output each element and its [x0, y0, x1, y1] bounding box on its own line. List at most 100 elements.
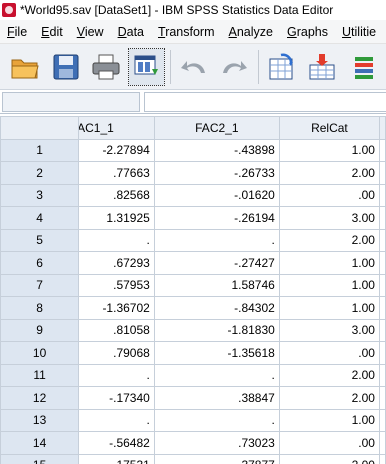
grid-corner[interactable] — [0, 116, 80, 140]
cell-empty[interactable] — [378, 453, 386, 464]
menu-item[interactable]: Edit — [34, 25, 70, 39]
cell-fac2-1[interactable]: -.37877 — [153, 453, 280, 464]
cell-fac2-1[interactable]: -.26194 — [153, 206, 280, 230]
menu-item[interactable]: Data — [111, 25, 151, 39]
cell-fac2-1[interactable]: -1.81830 — [153, 318, 280, 342]
cell-empty[interactable] — [378, 138, 386, 162]
row-header[interactable]: 8 — [0, 296, 80, 320]
cell-relcat[interactable]: 1.00 — [278, 296, 380, 320]
row-header[interactable]: 2 — [0, 161, 80, 185]
row-header[interactable]: 11 — [0, 363, 80, 387]
row-header[interactable]: 6 — [0, 251, 80, 275]
cell-fac2-1[interactable]: 1.58746 — [153, 273, 280, 297]
cell-empty[interactable] — [378, 408, 386, 432]
cell-fac1-1[interactable]: .77663 — [78, 161, 155, 185]
cell-empty[interactable] — [378, 363, 386, 387]
cell-fac1-1[interactable]: -.17340 — [78, 386, 155, 410]
menu-item[interactable]: Graphs — [280, 25, 335, 39]
cell-fac2-1[interactable]: . — [153, 228, 280, 252]
cell-relcat[interactable]: 2.00 — [278, 363, 380, 387]
cell-relcat[interactable]: 1.00 — [278, 138, 380, 162]
cell-empty[interactable] — [378, 341, 386, 365]
redo-icon[interactable] — [217, 49, 251, 85]
open-folder-icon[interactable] — [8, 49, 42, 85]
cell-relcat[interactable]: .00 — [278, 341, 380, 365]
cell-fac2-1[interactable]: -.26733 — [153, 161, 280, 185]
cell-fac1-1[interactable]: .57953 — [78, 273, 155, 297]
row-header[interactable]: 4 — [0, 206, 80, 230]
cell-relcat[interactable]: .00 — [278, 183, 380, 207]
cell-name-box[interactable] — [2, 92, 140, 112]
cell-fac2-1[interactable]: . — [153, 363, 280, 387]
cell-relcat[interactable]: 2.00 — [278, 453, 380, 464]
cell-relcat[interactable]: 3.00 — [278, 206, 380, 230]
cell-relcat[interactable]: 1.00 — [278, 251, 380, 275]
save-icon[interactable] — [48, 49, 82, 85]
cell-fac1-1[interactable]: -1.36702 — [78, 296, 155, 320]
cell-fac1-1[interactable]: 1.31925 — [78, 206, 155, 230]
cell-fac2-1[interactable]: . — [153, 408, 280, 432]
undo-icon[interactable] — [177, 49, 211, 85]
cell-empty[interactable] — [378, 431, 386, 455]
menu-item[interactable]: Transform — [151, 25, 222, 39]
cell-relcat[interactable]: 3.00 — [278, 318, 380, 342]
cell-relcat[interactable]: 1.00 — [278, 408, 380, 432]
cell-fac1-1[interactable]: . — [78, 228, 155, 252]
cell-fac1-1[interactable]: .82568 — [78, 183, 155, 207]
cell-empty[interactable] — [378, 273, 386, 297]
variables-icon[interactable] — [346, 49, 380, 85]
cell-fac2-1[interactable]: -.84302 — [153, 296, 280, 320]
cell-relcat[interactable]: 2.00 — [278, 228, 380, 252]
table-row: 15.17531-.378772.00 — [0, 453, 386, 464]
cell-relcat[interactable]: 2.00 — [278, 386, 380, 410]
cell-fac1-1[interactable]: -2.27894 — [78, 138, 155, 162]
cell-empty[interactable] — [378, 228, 386, 252]
row-header[interactable]: 9 — [0, 318, 80, 342]
column-header-fac2-1[interactable]: FAC2_1 — [153, 116, 280, 140]
cell-fac1-1[interactable]: . — [78, 363, 155, 387]
cell-fac1-1[interactable]: .67293 — [78, 251, 155, 275]
row-header[interactable]: 12 — [0, 386, 80, 410]
cell-fac1-1[interactable]: .17531 — [78, 453, 155, 464]
cell-fac2-1[interactable]: .73023 — [153, 431, 280, 455]
column-header-next[interactable] — [378, 116, 386, 140]
cell-empty[interactable] — [378, 183, 386, 207]
row-header[interactable]: 14 — [0, 431, 80, 455]
row-header[interactable]: 5 — [0, 228, 80, 252]
menu-item[interactable]: Utilitie — [335, 25, 383, 39]
cell-relcat[interactable]: 2.00 — [278, 161, 380, 185]
cell-empty[interactable] — [378, 161, 386, 185]
row-header[interactable]: 10 — [0, 341, 80, 365]
column-header-relcat[interactable]: RelCat — [278, 116, 380, 140]
row-header[interactable]: 7 — [0, 273, 80, 297]
cell-empty[interactable] — [378, 318, 386, 342]
row-header[interactable]: 13 — [0, 408, 80, 432]
cell-empty[interactable] — [378, 206, 386, 230]
cell-value-input[interactable] — [144, 92, 386, 112]
goto-case-icon[interactable] — [265, 49, 299, 85]
cell-fac2-1[interactable]: -.43898 — [153, 138, 280, 162]
cell-fac2-1[interactable]: -1.35618 — [153, 341, 280, 365]
cell-relcat[interactable]: 1.00 — [278, 273, 380, 297]
row-header[interactable]: 15 — [0, 453, 80, 464]
cell-fac1-1[interactable]: . — [78, 408, 155, 432]
print-icon[interactable] — [89, 49, 123, 85]
cell-fac1-1[interactable]: .79068 — [78, 341, 155, 365]
row-header[interactable]: 3 — [0, 183, 80, 207]
cell-fac1-1[interactable]: -.56482 — [78, 431, 155, 455]
row-header[interactable]: 1 — [0, 138, 80, 162]
cell-fac2-1[interactable]: .38847 — [153, 386, 280, 410]
cell-fac2-1[interactable]: -.27427 — [153, 251, 280, 275]
recall-dialog-icon[interactable] — [128, 47, 165, 86]
column-header-fac1-1[interactable]: AC1_1 — [78, 116, 155, 140]
cell-fac2-1[interactable]: -.01620 — [153, 183, 280, 207]
cell-relcat[interactable]: .00 — [278, 431, 380, 455]
menu-item[interactable]: View — [70, 25, 111, 39]
cell-empty[interactable] — [378, 251, 386, 275]
menu-item[interactable]: File — [0, 25, 34, 39]
menu-item[interactable]: Analyze — [222, 25, 280, 39]
goto-variable-icon[interactable] — [305, 49, 339, 85]
cell-empty[interactable] — [378, 296, 386, 320]
cell-empty[interactable] — [378, 386, 386, 410]
cell-fac1-1[interactable]: .81058 — [78, 318, 155, 342]
